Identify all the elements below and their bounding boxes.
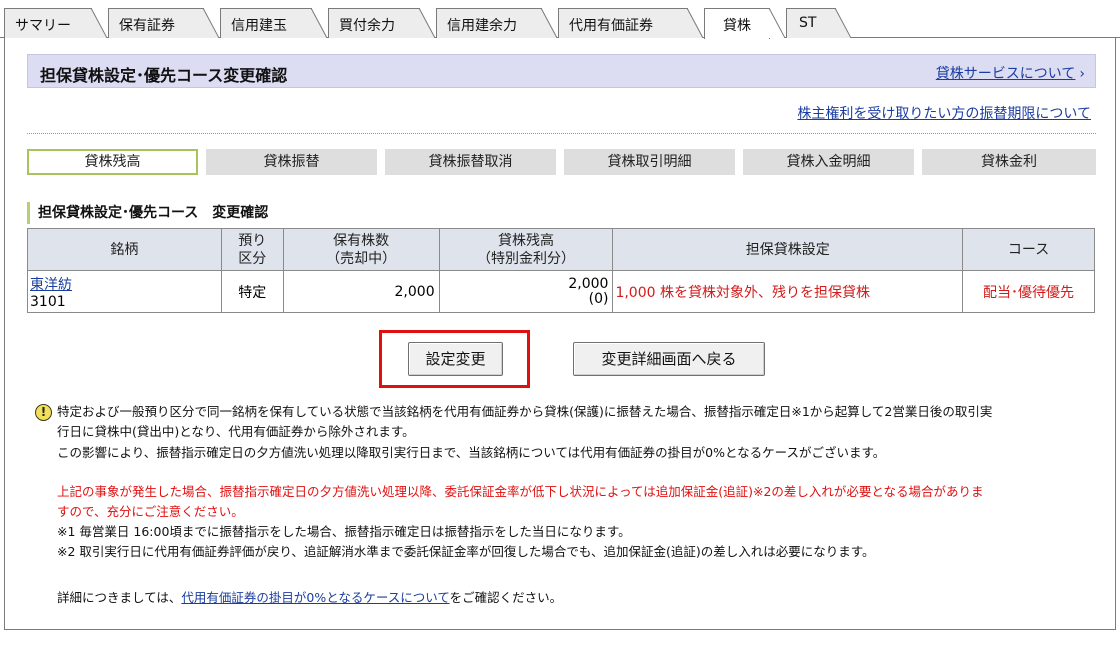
- cell-lending-balance: 2,000 (0): [438, 270, 614, 313]
- col-header-holdings-l1: 保有株数: [333, 232, 390, 249]
- confirm-change-button[interactable]: 設定変更: [408, 342, 503, 376]
- lending-service-link[interactable]: 貸株サービスについて ›: [936, 63, 1085, 83]
- tab-slant: [311, 8, 327, 38]
- tab-buying-power[interactable]: 買付余力: [328, 8, 435, 38]
- note-line-1: 特定および一般預り区分で同一銘柄を保有している状態で当該銘柄を代用有価証券から貸…: [57, 404, 993, 419]
- exclamation-icon: !: [35, 404, 52, 421]
- tab-holdings[interactable]: 保有証券: [108, 8, 219, 38]
- cell-holdings: 2,000: [282, 270, 440, 313]
- sub-navigation: 貸株残高 貸株振替 貸株振替取消 貸株取引明細 貸株入金明細 貸株金利: [27, 149, 1096, 175]
- tab-label: 保有証券: [119, 18, 175, 34]
- subtab-deposit-details[interactable]: 貸株入金明細: [743, 149, 914, 175]
- note-line-3: この影響により、振替指示確定日の夕方値洗い処理以降取引実行日まで、当該銘柄につい…: [57, 445, 886, 460]
- col-header-holdings-l2: （売却中）: [326, 250, 397, 267]
- col-header-account: 預り 区分: [220, 228, 284, 271]
- tab-label: 買付余力: [339, 18, 395, 34]
- warning-line-1: 上記の事象が発生した場合、振替指示確定日の夕方値洗い処理以降、委託保証金率が低下…: [57, 484, 984, 499]
- page-title-bar: 担保貸株設定･優先コース変更確認 貸株サービスについて ›: [27, 54, 1096, 88]
- tab-margin-capacity[interactable]: 信用建余力: [436, 8, 557, 38]
- lending-balance-value: 2,000: [568, 275, 609, 292]
- subtab-lending-transfer[interactable]: 貸株振替: [206, 149, 377, 175]
- main-panel: 担保貸株設定･優先コース変更確認 貸株サービスについて › 株主権利を受け取りたい…: [4, 38, 1116, 630]
- tab-slant: [769, 8, 785, 38]
- col-header-account-l2: 区分: [238, 250, 267, 267]
- security-code: 3101: [30, 293, 66, 310]
- cell-course: 配当･優待優先: [962, 270, 1095, 313]
- subtab-transfer-cancel[interactable]: 貸株振替取消: [385, 149, 556, 175]
- detail-prefix: 詳細につきましては、: [57, 590, 182, 605]
- col-header-holdings: 保有株数 （売却中）: [282, 228, 440, 271]
- tab-slant: [835, 8, 851, 38]
- subtab-lending-balance[interactable]: 貸株残高: [27, 149, 198, 175]
- detail-note: 詳細につきましては、代用有価証券の掛目が0%となるケースについてをご確認ください…: [57, 588, 562, 608]
- table-header-row: 銘柄 預り 区分 保有株数 （売却中） 貸株残高 （特別金利分） 担保貸株設定 コース: [27, 228, 1095, 271]
- tab-label: 信用建余力: [447, 18, 517, 34]
- tab-label: 代用有価証券: [569, 18, 653, 34]
- tab-collateral-securities[interactable]: 代用有価証券: [558, 8, 703, 38]
- tab-margin-positions[interactable]: 信用建玉: [220, 8, 327, 38]
- tab-label: 貸株: [723, 18, 751, 34]
- back-to-details-button[interactable]: 変更詳細画面へ戻る: [573, 342, 765, 376]
- lending-service-link-label: 貸株サービスについて: [935, 66, 1076, 82]
- tab-slant: [203, 8, 219, 38]
- lending-balance-special: (0): [588, 290, 609, 307]
- cell-security: 東洋紡 3101: [27, 270, 222, 313]
- col-header-balance-l1: 貸株残高: [498, 232, 555, 249]
- tab-label: 信用建玉: [231, 18, 287, 34]
- dotted-divider: [27, 133, 1096, 134]
- detail-suffix: をご確認ください。: [449, 590, 563, 605]
- collateral-zero-haircut-link[interactable]: 代用有価証券の掛目が0%となるケースについて: [181, 590, 449, 605]
- subtab-transaction-details[interactable]: 貸株取引明細: [564, 149, 735, 175]
- chevron-right-icon: ›: [1079, 66, 1085, 82]
- tab-slant: [541, 8, 557, 38]
- tab-slant: [419, 8, 435, 38]
- rights-transfer-deadline-link[interactable]: 株主権利を受け取りたい方の振替期限について: [797, 103, 1091, 123]
- tab-st[interactable]: ST: [786, 8, 851, 38]
- tab-label: ST: [799, 15, 817, 31]
- col-header-account-l1: 預り: [238, 232, 267, 249]
- warning-line-2: すので、充分にご注意ください。: [57, 504, 244, 519]
- tab-stock-lending[interactable]: 貸株: [704, 8, 785, 39]
- table-row: 東洋紡 3101 特定 2,000 2,000 (0) 1,000 株を貸株対象…: [27, 270, 1095, 313]
- note-line-2: 行日に貸株中(貸出中)となり、代用有価証券から除外されます。: [57, 424, 415, 439]
- section-heading: 担保貸株設定･優先コース 変更確認: [27, 202, 268, 224]
- cell-collateral-setting: 1,000 株を貸株対象外、残りを担保貸株: [612, 270, 964, 313]
- page-title: 担保貸株設定･優先コース変更確認: [40, 66, 288, 85]
- security-name-link[interactable]: 東洋紡: [30, 274, 221, 294]
- cell-account-type: 特定: [220, 270, 284, 313]
- tab-slant: [687, 8, 703, 38]
- subtab-lending-rates[interactable]: 貸株金利: [922, 149, 1096, 175]
- footnote-2: ※2 取引実行日に代用有価証券評価が戻り、追証解消水準まで委託保証金率が回復した…: [57, 544, 875, 559]
- tab-slant: [91, 8, 107, 38]
- tab-bar: サマリー 保有証券 信用建玉 買付余力 信用建余力 代用有価証券 貸株 ST: [0, 0, 1120, 39]
- col-header-setting: 担保貸株設定: [612, 228, 964, 271]
- tab-label: サマリー: [15, 18, 71, 34]
- col-header-balance-l2: （特別金利分）: [477, 250, 576, 267]
- col-header-name: 銘柄: [27, 228, 222, 271]
- col-header-course: コース: [962, 228, 1095, 271]
- col-header-balance: 貸株残高 （特別金利分）: [438, 228, 614, 271]
- footnote-1: ※1 毎営業日 16:00頃までに振替指示をした場合、振替指示確定日は振替指示を…: [57, 524, 631, 539]
- tab-summary[interactable]: サマリー: [4, 8, 107, 38]
- confirmation-table: 銘柄 預り 区分 保有株数 （売却中） 貸株残高 （特別金利分） 担保貸株設定 コース…: [27, 228, 1095, 313]
